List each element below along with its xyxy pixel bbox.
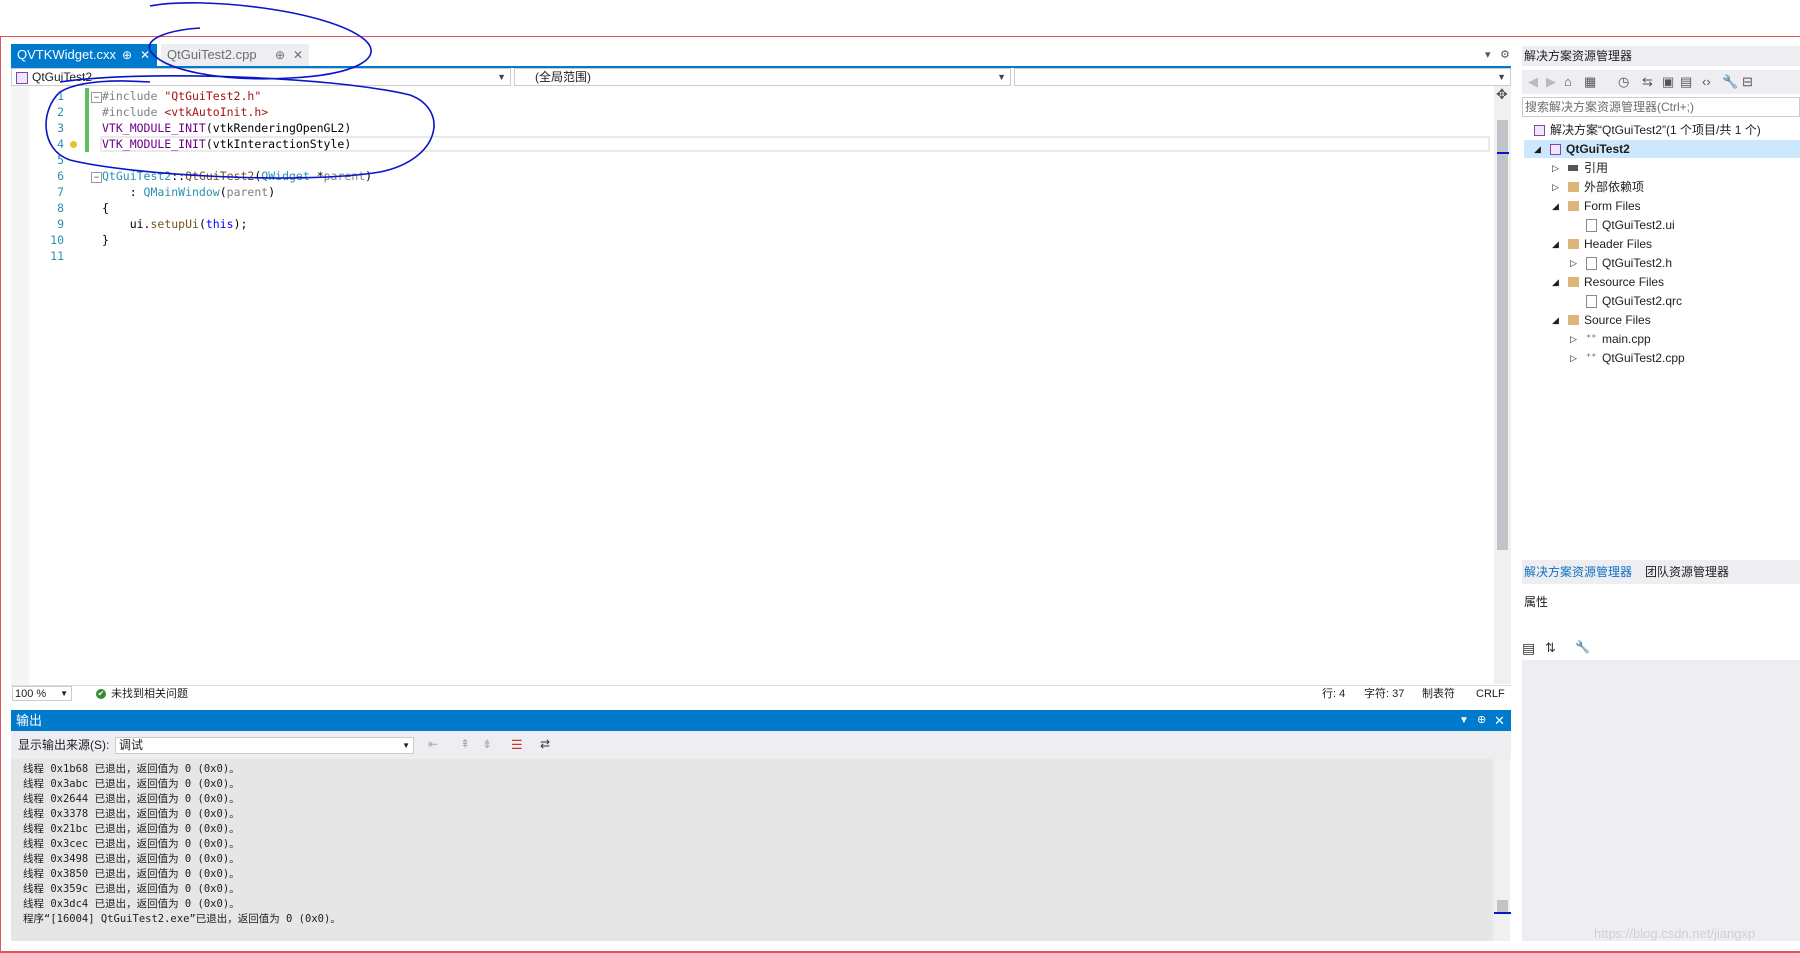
annotation-scribbles [45, 2, 435, 179]
